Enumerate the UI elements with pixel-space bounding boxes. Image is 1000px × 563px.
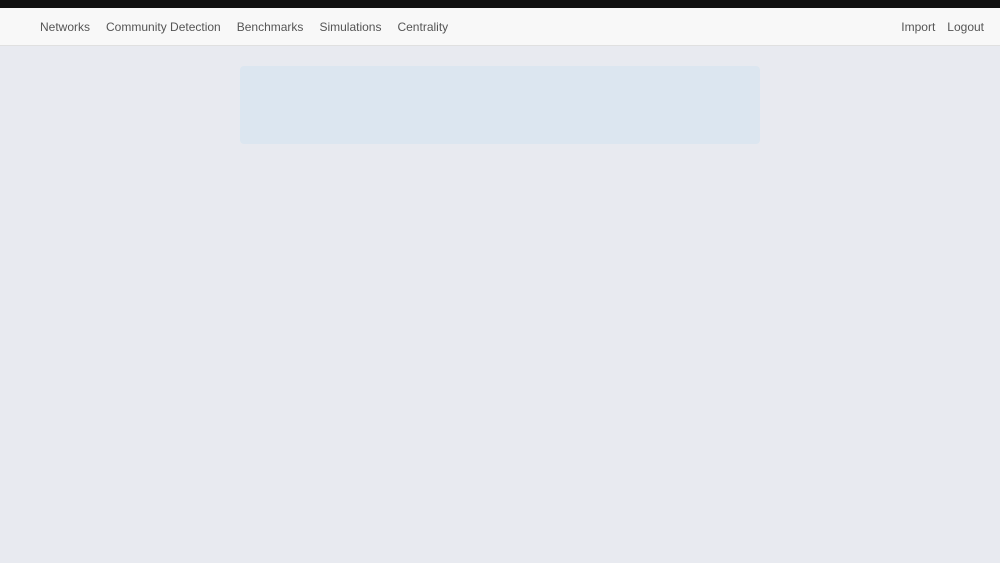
main-content xyxy=(0,46,1000,563)
nav-right-logout[interactable]: Logout xyxy=(947,20,984,34)
top-bar xyxy=(0,0,1000,8)
nav-link-simulations[interactable]: Simulations xyxy=(319,20,381,34)
nav-right-import[interactable]: Import xyxy=(901,20,935,34)
nav-link-community-detection[interactable]: Community Detection xyxy=(106,20,221,34)
nav-right: Import Logout xyxy=(901,20,984,34)
nav-link-networks[interactable]: Networks xyxy=(40,20,90,34)
nav-link-centrality[interactable]: Centrality xyxy=(397,20,448,34)
navbar: Networks Community Detection Benchmarks Sim… xyxy=(0,8,1000,46)
nav-links: Networks Community Detection Benchmarks Sim… xyxy=(40,20,901,34)
graph-card xyxy=(240,66,760,144)
nav-link-benchmarks[interactable]: Benchmarks xyxy=(237,20,304,34)
